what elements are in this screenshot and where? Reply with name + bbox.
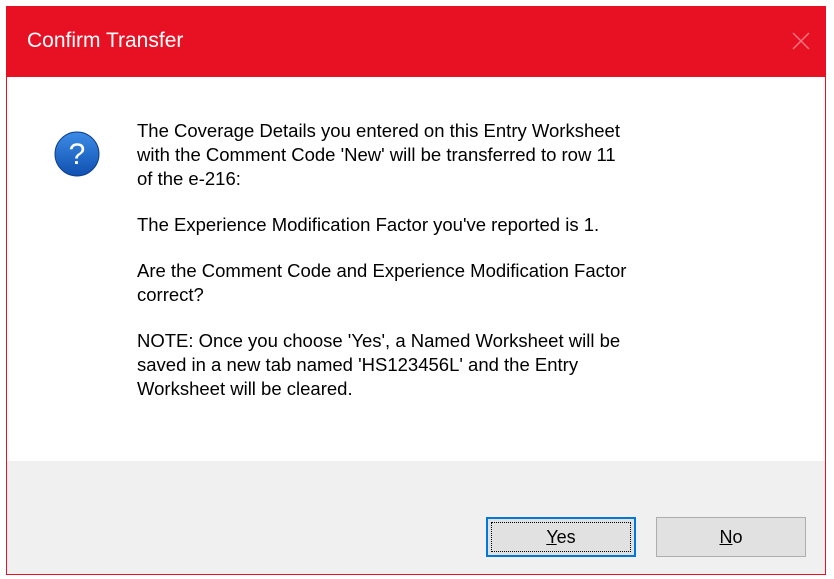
question-icon: ? (54, 131, 100, 177)
message-text: The Coverage Details you entered on this… (137, 119, 777, 423)
message-line: of the e-216: (137, 168, 241, 189)
confirm-transfer-dialog: Confirm Transfer ? The Coverage Details … (6, 6, 826, 575)
button-bar: Yes No (7, 461, 825, 574)
svg-text:?: ? (69, 138, 86, 171)
close-button[interactable] (781, 21, 821, 61)
message-line: The Experience Modification Factor you'v… (137, 214, 600, 235)
no-button[interactable]: No (656, 517, 806, 557)
no-button-label: No (719, 526, 743, 547)
message-line: saved in a new tab named 'HS123456L' and… (137, 354, 579, 375)
yes-button[interactable]: Yes (486, 517, 636, 557)
message-line: correct? (137, 284, 204, 305)
message-line: The Coverage Details you entered on this… (137, 120, 620, 141)
close-icon (792, 32, 810, 50)
message-paragraph-1: The Coverage Details you entered on this… (137, 119, 777, 191)
message-paragraph-4: NOTE: Once you choose 'Yes', a Named Wor… (137, 329, 777, 401)
message-line: NOTE: Once you choose 'Yes', a Named Wor… (137, 330, 621, 351)
message-line: Are the Comment Code and Experience Modi… (137, 260, 627, 281)
message-paragraph-2: The Experience Modification Factor you'v… (137, 213, 777, 237)
dialog-content: ? The Coverage Details you entered on th… (7, 77, 825, 461)
title-bar: Confirm Transfer (7, 7, 825, 77)
message-line: Worksheet will be cleared. (137, 378, 353, 399)
dialog-title: Confirm Transfer (27, 29, 184, 52)
yes-button-label: Yes (546, 526, 576, 547)
message-line: with the Comment Code 'New' will be tran… (137, 144, 616, 165)
message-paragraph-3: Are the Comment Code and Experience Modi… (137, 259, 777, 307)
